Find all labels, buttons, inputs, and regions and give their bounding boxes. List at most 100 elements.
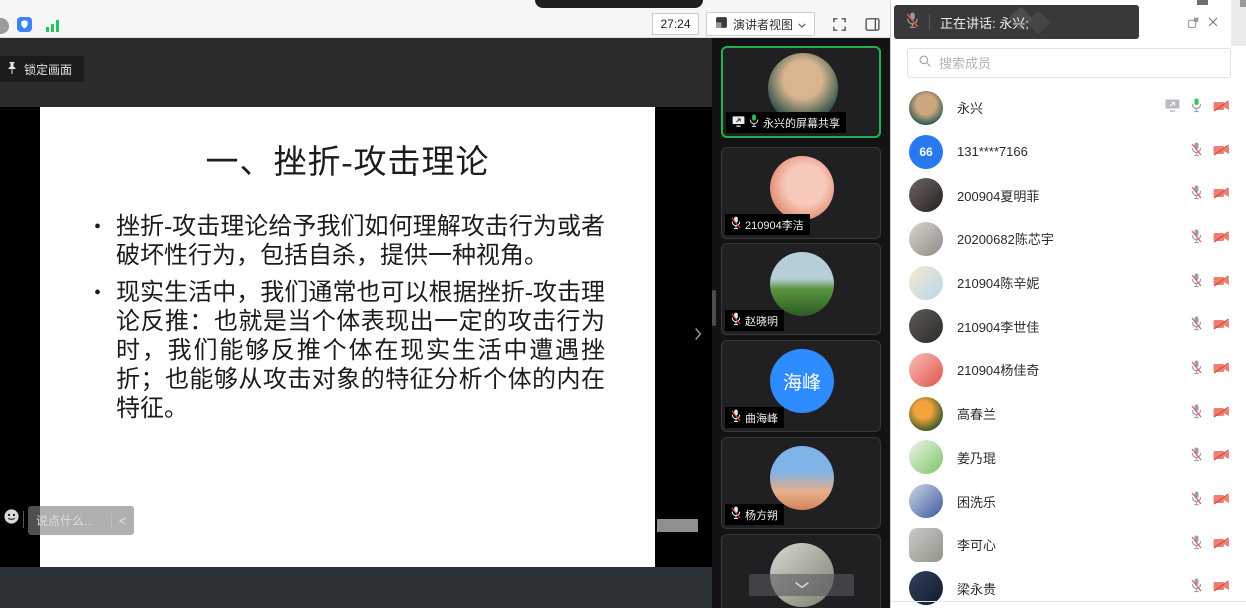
mic-muted-icon[interactable] xyxy=(1191,578,1202,598)
member-row[interactable]: 姜乃琨 xyxy=(891,436,1246,480)
member-name: 131****7166 xyxy=(957,144,1191,159)
video-tile[interactable]: 210904李洁 xyxy=(721,147,881,239)
popout-window-icon[interactable] xyxy=(1187,16,1200,34)
mic-muted-icon xyxy=(731,216,741,233)
member-row[interactable]: 李可心 xyxy=(891,523,1246,567)
member-row[interactable]: 210904杨佳奇 xyxy=(891,348,1246,392)
mic-muted-icon[interactable] xyxy=(1191,491,1202,511)
window-chrome-fragment xyxy=(1240,0,1246,7)
member-name: 20200682陈芯宇 xyxy=(957,229,1191,248)
chat-collapse-icon[interactable]: < xyxy=(119,514,126,528)
slide-bullet: 现实生活中，我们通常也可以根据挫折-攻击理论反推：也就是当个体表现出一定的攻击行… xyxy=(92,279,605,424)
member-row[interactable]: 20200682陈芯宇 xyxy=(891,217,1246,261)
mic-muted-icon[interactable] xyxy=(1191,404,1202,424)
pin-icon xyxy=(6,61,18,78)
network-signal-icon[interactable] xyxy=(45,19,61,38)
record-icon[interactable] xyxy=(0,18,9,34)
video-tile-active-speaker[interactable]: 永兴的屏幕共享 xyxy=(721,46,881,138)
toggle-sidebar-button[interactable] xyxy=(860,12,884,36)
lock-view-button[interactable]: 锁定画面 xyxy=(0,56,84,82)
video-tile[interactable] xyxy=(721,534,881,608)
avatar xyxy=(909,484,943,518)
stage-top-bar: 锁定画面 xyxy=(0,38,712,107)
tile-label: 210904李洁 xyxy=(725,214,810,235)
avatar xyxy=(770,252,834,316)
member-row[interactable]: 200904夏明菲 xyxy=(891,173,1246,217)
camera-off-icon[interactable] xyxy=(1213,405,1230,423)
close-icon[interactable] xyxy=(1207,15,1219,33)
mic-muted-icon[interactable] xyxy=(1191,316,1202,336)
member-name: 210904陈辛妮 xyxy=(957,273,1191,292)
member-name: 200904夏明菲 xyxy=(957,186,1191,205)
camera-off-icon[interactable] xyxy=(1213,492,1230,510)
camera-off-icon[interactable] xyxy=(1213,361,1230,379)
fullscreen-button[interactable] xyxy=(827,12,851,36)
video-tile[interactable]: 杨方朔 xyxy=(721,437,881,529)
member-row[interactable]: 210904李世佳 xyxy=(891,304,1246,348)
member-row[interactable]: 永兴 xyxy=(891,86,1246,130)
slide-bullet: 挫折-攻击理论给予我们如何理解攻击行为或者破坏性行为，包括自杀，提供一种视角。 xyxy=(92,213,605,271)
screen-share-icon xyxy=(1165,99,1180,117)
camera-off-icon[interactable] xyxy=(1213,317,1230,335)
tile-name: 赵晓明 xyxy=(745,313,778,329)
video-tile[interactable]: 海峰 曲海峰 xyxy=(721,340,881,432)
tile-label: 杨方朔 xyxy=(725,504,784,525)
filmstrip-resize-handle[interactable] xyxy=(712,290,716,326)
mic-muted-icon xyxy=(731,312,741,329)
stage-bottom-bar xyxy=(0,567,712,608)
mic-muted-icon[interactable] xyxy=(1191,229,1202,249)
chat-input[interactable]: 说点什么... < xyxy=(28,506,134,535)
avatar xyxy=(909,222,943,256)
avatar xyxy=(909,440,943,474)
avatar xyxy=(909,178,943,212)
camera-off-icon[interactable] xyxy=(1213,99,1230,117)
mic-muted-icon[interactable] xyxy=(1191,360,1202,380)
mic-muted-icon[interactable] xyxy=(1191,535,1202,555)
chat-divider xyxy=(23,511,24,528)
video-tile[interactable]: 赵晓明 xyxy=(721,243,881,335)
avatar xyxy=(909,353,943,387)
camera-off-icon[interactable] xyxy=(1213,448,1230,466)
scroll-down-button[interactable] xyxy=(749,574,854,596)
emoji-icon[interactable] xyxy=(3,508,20,530)
avatar: 66 xyxy=(909,135,943,169)
member-row[interactable]: 高春兰 xyxy=(891,392,1246,436)
avatar xyxy=(909,528,943,562)
security-shield-icon[interactable] xyxy=(17,17,32,37)
camera-off-icon[interactable] xyxy=(1213,579,1230,597)
member-row[interactable]: 困洗乐 xyxy=(891,479,1246,523)
camera-off-icon[interactable] xyxy=(1213,186,1230,204)
member-name: 姜乃琨 xyxy=(957,448,1191,467)
member-name: 永兴 xyxy=(957,98,1165,117)
member-row[interactable]: 210904陈辛妮 xyxy=(891,261,1246,305)
camera-off-icon[interactable] xyxy=(1213,230,1230,248)
horizontal-scrollbar-thumb[interactable] xyxy=(657,519,698,532)
chat-pill-divider xyxy=(111,514,112,528)
avatar xyxy=(909,91,943,125)
layout-icon xyxy=(715,16,728,32)
member-search-box[interactable] xyxy=(907,48,1231,78)
camera-off-icon[interactable] xyxy=(1213,143,1230,161)
member-name: 李可心 xyxy=(957,535,1191,554)
camera-off-icon[interactable] xyxy=(1213,536,1230,554)
mic-muted-icon[interactable] xyxy=(1191,447,1202,467)
tile-name: 永兴的屏幕共享 xyxy=(763,115,840,131)
mic-muted-icon xyxy=(906,12,919,32)
tile-name: 210904李洁 xyxy=(745,217,804,233)
mic-muted-icon[interactable] xyxy=(1191,273,1202,293)
video-filmstrip: 永兴的屏幕共享 210904李洁 赵晓明 海峰 曲海峰 xyxy=(712,38,890,608)
member-row[interactable]: 66 131****7166 xyxy=(891,130,1246,174)
mic-muted-icon[interactable] xyxy=(1191,185,1202,205)
expand-panel-chevron[interactable] xyxy=(694,327,702,346)
avatar xyxy=(909,397,943,431)
speaking-banner: 正在讲话: 永兴; xyxy=(894,5,1139,39)
camera-off-icon[interactable] xyxy=(1213,274,1230,292)
chevron-down-icon xyxy=(798,17,806,31)
mic-muted-icon[interactable] xyxy=(1191,142,1202,162)
search-input[interactable] xyxy=(939,56,1220,71)
member-name: 梁永贵 xyxy=(957,579,1191,598)
mic-on-icon[interactable] xyxy=(1191,98,1202,118)
view-mode-button[interactable]: 演讲者视图 xyxy=(706,12,815,36)
member-list: 永兴 66 131****7166 200904夏明菲 xyxy=(891,86,1246,608)
presentation-slide: 一、挫折-攻击理论 挫折-攻击理论给予我们如何理解攻击行为或者破坏性行为，包括自… xyxy=(40,107,655,567)
